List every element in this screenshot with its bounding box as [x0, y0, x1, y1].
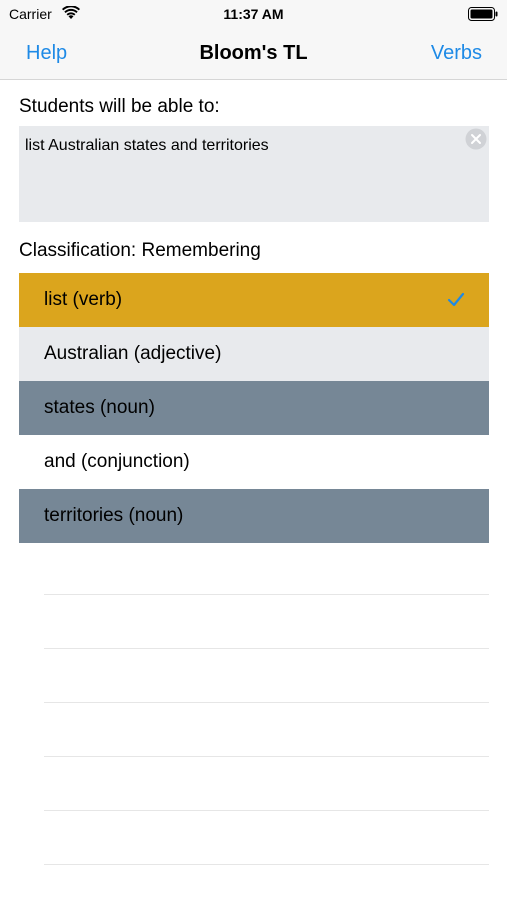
- word-label: territories (noun): [44, 505, 184, 526]
- checkmark-icon: [447, 292, 465, 307]
- word-label: and (conjunction): [44, 451, 190, 472]
- status-bar: Carrier 11:37 AM: [0, 0, 507, 28]
- table-separator: [44, 702, 489, 703]
- verbs-button[interactable]: Verbs: [431, 42, 482, 65]
- word-label: Australian (adjective): [44, 343, 222, 364]
- list-item[interactable]: Australian (adjective): [19, 327, 489, 381]
- table-separator: [44, 756, 489, 757]
- table-separator: [44, 594, 489, 595]
- table-separator: [44, 864, 489, 865]
- clock: 11:37 AM: [223, 6, 284, 22]
- word-list: list (verb) Australian (adjective) states …: [19, 273, 489, 543]
- list-item[interactable]: states (noun): [19, 381, 489, 435]
- list-item[interactable]: list (verb): [19, 273, 489, 327]
- objective-prompt-label: Students will be able to:: [19, 96, 220, 117]
- battery-icon: [468, 7, 498, 21]
- clear-icon[interactable]: [465, 128, 487, 150]
- list-item[interactable]: territories (noun): [19, 489, 489, 543]
- classification-label: Classification: Remembering: [19, 240, 261, 261]
- navigation-bar: Help Bloom's TL Verbs: [0, 28, 507, 80]
- word-label: states (noun): [44, 397, 155, 418]
- objective-text-area[interactable]: list Australian states and territories: [19, 126, 489, 222]
- table-separator: [44, 648, 489, 649]
- objective-text: list Australian states and territories: [25, 137, 269, 154]
- table-separator: [44, 810, 489, 811]
- word-label: list (verb): [44, 289, 123, 310]
- list-item[interactable]: and (conjunction): [19, 435, 489, 489]
